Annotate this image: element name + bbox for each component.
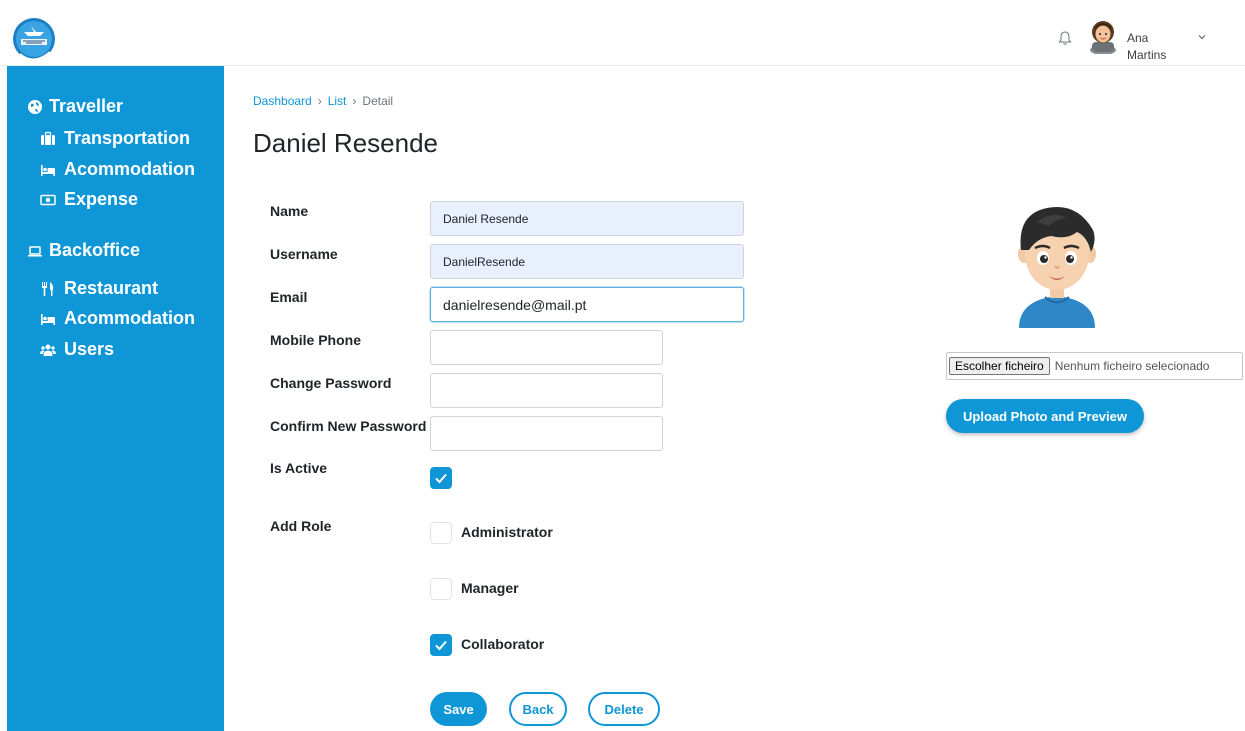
email-label: Email: [270, 289, 308, 305]
user-last-name: Martins: [1127, 48, 1167, 62]
sidebar-item-label: Users: [64, 339, 115, 359]
globe-icon: [28, 99, 42, 114]
confirm-password-field[interactable]: [430, 416, 663, 451]
chevron-down-icon[interactable]: [1196, 31, 1208, 43]
add-role-label: Add Role: [270, 518, 332, 534]
user-name[interactable]: Ana Martins: [1127, 30, 1187, 64]
airplane-globe-logo[interactable]: [12, 14, 56, 64]
username-label: Username: [270, 246, 338, 262]
back-button[interactable]: Back: [509, 692, 567, 726]
sidebar-item-users[interactable]: Users: [40, 339, 114, 360]
breadcrumb: Dashboard › List › Detail: [253, 94, 393, 108]
role-manager-checkbox[interactable]: [430, 578, 452, 600]
sidebar-section-label: Traveller: [49, 96, 124, 116]
delete-button[interactable]: Delete: [588, 692, 660, 726]
breadcrumb-list[interactable]: List: [328, 94, 347, 108]
laptop-icon: [28, 245, 42, 256]
page-title: Daniel Resende: [253, 128, 439, 158]
user-first-name: Ana: [1127, 31, 1149, 45]
bed-icon: [41, 313, 55, 325]
sidebar-section-label: Backoffice: [49, 240, 141, 260]
boy-avatar-icon: [1018, 206, 1096, 328]
is-active-checkbox[interactable]: [430, 467, 452, 489]
role-collaborator-label[interactable]: Collaborator: [461, 636, 544, 652]
save-button[interactable]: Save: [430, 692, 487, 726]
user-avatar[interactable]: [1087, 18, 1119, 54]
utensils-icon: [42, 281, 54, 296]
sidebar-section-backoffice[interactable]: Backoffice: [27, 240, 140, 261]
file-status-text: Nenhum ficheiro selecionado: [1054, 359, 1210, 373]
bed-icon: [41, 164, 55, 176]
suitcase-icon: [41, 131, 55, 145]
name-field[interactable]: [430, 201, 744, 236]
email-field[interactable]: [430, 287, 744, 322]
sidebar-item-acommodation-backoffice[interactable]: Acommodation: [40, 308, 195, 329]
upload-photo-button[interactable]: Upload Photo and Preview: [946, 399, 1144, 433]
choose-file-button[interactable]: Escolher ficheiro: [949, 357, 1050, 375]
breadcrumb-dashboard[interactable]: Dashboard: [253, 94, 312, 108]
sidebar-item-label: Acommodation: [64, 308, 196, 328]
username-field[interactable]: [430, 244, 744, 279]
sidebar-item-label: Restaurant: [64, 278, 159, 298]
change-password-label: Change Password: [270, 375, 392, 391]
is-active-label: Is Active: [270, 460, 328, 476]
sidebar-section-traveller[interactable]: Traveller: [27, 96, 123, 117]
role-administrator-label[interactable]: Administrator: [461, 524, 553, 540]
mobile-phone-label: Mobile Phone: [270, 332, 361, 348]
confirm-password-label: Confirm New Password: [270, 418, 427, 434]
check-icon: [435, 473, 447, 484]
role-manager-label[interactable]: Manager: [461, 580, 519, 596]
role-administrator-checkbox[interactable]: [430, 522, 452, 544]
sidebar-item-expense[interactable]: Expense: [40, 189, 138, 210]
role-collaborator-checkbox[interactable]: [430, 634, 452, 656]
sidebar-item-label: Transportation: [64, 128, 191, 148]
check-icon: [435, 640, 447, 651]
sidebar-item-label: Expense: [64, 189, 139, 209]
sidebar-item-restaurant[interactable]: Restaurant: [40, 278, 158, 299]
mobile-phone-field[interactable]: [430, 330, 663, 365]
sidebar-item-acommodation-traveller[interactable]: Acommodation: [40, 159, 195, 180]
file-input[interactable]: Escolher ficheiro Nenhum ficheiro seleci…: [946, 352, 1243, 380]
users-icon: [40, 344, 56, 356]
name-label: Name: [270, 203, 309, 219]
sidebar-item-label: Acommodation: [64, 159, 196, 179]
sidebar: Traveller Transportation Acommodation Ex…: [7, 66, 224, 731]
bell-icon[interactable]: [1057, 30, 1073, 46]
sidebar-item-transportation[interactable]: Transportation: [40, 128, 190, 149]
breadcrumb-separator: ›: [317, 94, 322, 108]
breadcrumb-detail: Detail: [362, 94, 394, 108]
top-bar: Ana Martins: [0, 0, 1245, 66]
breadcrumb-separator: ›: [352, 94, 357, 108]
change-password-field[interactable]: [430, 373, 663, 408]
money-bill-icon: [40, 194, 56, 205]
